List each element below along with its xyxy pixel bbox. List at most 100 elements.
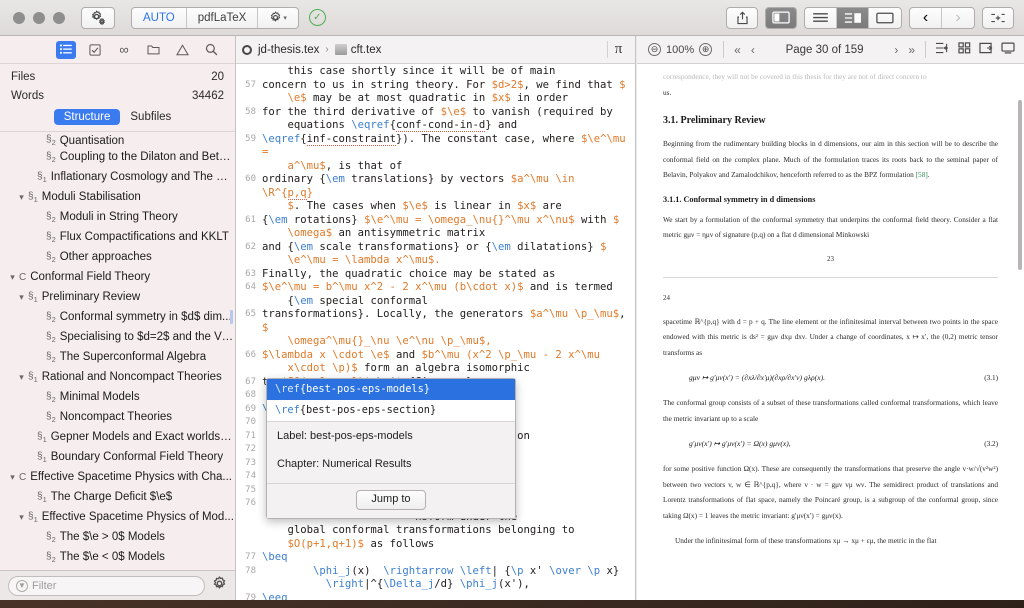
- grid-view-icon[interactable]: [953, 42, 975, 57]
- structure-item[interactable]: ▾ §1 Preliminary Review: [0, 287, 235, 307]
- structure-item[interactable]: ▾ §1 Effective Spacetime Physics of Mod...: [0, 507, 235, 527]
- code-line[interactable]: \e$ may be at most quadratic in $x$ in o…: [236, 92, 635, 106]
- code-line[interactable]: 79 \eeq: [236, 592, 635, 601]
- chevron-down-icon[interactable]: ▾: [15, 512, 28, 523]
- jump-to-button[interactable]: Jump to: [356, 490, 426, 510]
- structure-item[interactable]: ▾§2Flux Compactifications and KKLT: [0, 227, 235, 247]
- zoom-out-icon[interactable]: ⊖: [648, 43, 661, 56]
- pdf-scrollbar-thumb[interactable]: [1018, 100, 1022, 270]
- structure-item[interactable]: ▾ §1 Rational and Noncompact Theories: [0, 367, 235, 387]
- structure-item[interactable]: ▾ C Effective Spacetime Physics with Cha..…: [0, 467, 235, 487]
- structure-item[interactable]: ▾§2The $\e < 0$ Models: [0, 547, 235, 567]
- structure-item[interactable]: ▾ C Conformal Field Theory: [0, 267, 235, 287]
- panel-left-icon[interactable]: [765, 6, 797, 29]
- code-line[interactable]: 78 \phi_j(x) \rightarrow \left| {\p x' \…: [236, 565, 635, 579]
- autocomplete-popup[interactable]: \ref {best-pos-eps-models} \ref {best-pos-e…: [266, 378, 516, 519]
- structure-view-icon[interactable]: [56, 40, 76, 59]
- code-area[interactable]: this case shortly since it will be of ma…: [236, 64, 635, 600]
- build-controls[interactable]: AUTO pdfLaTeX ▾: [131, 6, 299, 29]
- structure-item[interactable]: ▾§2The Superconformal Algebra: [0, 347, 235, 367]
- breadcrumb-file[interactable]: cft.tex: [351, 44, 382, 56]
- structure-item[interactable]: ▾ §1 Moduli Stabilisation: [0, 187, 235, 207]
- fit-width-icon[interactable]: [931, 42, 953, 57]
- structure-item[interactable]: ▾§2Noncompact Theories: [0, 407, 235, 427]
- files-icon[interactable]: [143, 41, 163, 59]
- structure-item[interactable]: ▾§2Specialising to $d=2$ and the Vir...: [0, 327, 235, 347]
- first-page-icon[interactable]: «: [729, 43, 746, 57]
- code-line[interactable]: 66 $\lambda x \cdot \e$ and $b^\mu (x^2 \…: [236, 349, 635, 363]
- navigation-button-group[interactable]: ‹ ›: [909, 6, 975, 29]
- autocomplete-item-0[interactable]: \ref {best-pos-eps-models}: [267, 379, 515, 400]
- last-page-icon[interactable]: »: [903, 43, 920, 57]
- tab-structure[interactable]: Structure: [53, 109, 121, 125]
- structure-tree[interactable]: ▾§2Quantisation▾§2Coupling to the Dilato…: [0, 132, 235, 570]
- code-line[interactable]: 64 $\e^\mu = b^\mu x^2 - 2 x^\mu (b\cdot …: [236, 281, 635, 295]
- code-line[interactable]: $O(p+1,q+1)$ as follows: [236, 538, 635, 552]
- code-line[interactable]: \omega^\mu{}_\nu \e^\nu \p_\mu$,: [236, 335, 635, 349]
- chevron-down-icon[interactable]: ▾: [15, 292, 28, 303]
- compiler-label[interactable]: pdfLaTeX: [187, 7, 259, 28]
- warnings-icon[interactable]: [172, 41, 192, 59]
- code-line[interactable]: a^\mu$, is that of: [236, 160, 635, 174]
- structure-item[interactable]: ▾§2Quantisation: [0, 133, 235, 147]
- structure-item[interactable]: ▾§2The $\e > 0$ Models: [0, 527, 235, 547]
- zoom-controls[interactable]: ⊖ 100% ⊕: [642, 43, 718, 56]
- code-line[interactable]: 59 \eqref{inf-constraint}). The constant …: [236, 132, 635, 160]
- zoom-in-icon[interactable]: ⊕: [699, 43, 713, 56]
- presentation-icon[interactable]: [997, 42, 1019, 57]
- split-view-icon[interactable]: [837, 7, 869, 28]
- code-line[interactable]: {\em special conformal: [236, 295, 635, 309]
- chevron-down-icon[interactable]: ▾: [6, 272, 19, 283]
- chevron-down-icon[interactable]: ▾: [15, 372, 28, 383]
- structure-item[interactable]: ▾§2Coupling to the Dilaton and Beta ...: [0, 147, 235, 167]
- code-line[interactable]: 77 \beq: [236, 551, 635, 565]
- breadcrumb-root[interactable]: jd-thesis.tex: [258, 44, 319, 56]
- code-line[interactable]: 60 ordinary {\em translations} by vectors…: [236, 173, 635, 200]
- maximize-button[interactable]: [53, 11, 65, 24]
- pdf-citation-ref[interactable]: [58]: [916, 170, 928, 179]
- code-line[interactable]: this case shortly since it will be of ma…: [236, 65, 635, 79]
- structure-item[interactable]: ▾§2Conformal symmetry in $d$ dim...: [0, 307, 235, 327]
- chevron-right-icon[interactable]: ›: [942, 8, 974, 28]
- tab-subfiles[interactable]: Subfiles: [120, 109, 181, 125]
- structure-item[interactable]: ▾§2Other approaches: [0, 247, 235, 267]
- code-line[interactable]: \right|^{\Delta_j/d} \phi_j(x'),: [236, 578, 635, 592]
- export-icon[interactable]: [975, 42, 997, 57]
- code-line[interactable]: \e^\mu = \lambda x^\mu$.: [236, 254, 635, 268]
- structure-item[interactable]: ▾§2Moduli in String Theory: [0, 207, 235, 227]
- lines-icon[interactable]: [805, 7, 837, 28]
- build-mode-label[interactable]: AUTO: [132, 7, 187, 28]
- structure-item[interactable]: ▾§1The Charge Deficit $\e$: [0, 487, 235, 507]
- code-line[interactable]: $. The cases when $\e$ is linear in $x$ …: [236, 200, 635, 214]
- structure-item[interactable]: ▾§1Suitability Conditions: [0, 567, 235, 570]
- window-controls[interactable]: [13, 11, 65, 24]
- search-icon[interactable]: [201, 41, 221, 59]
- code-line[interactable]: 57 concern to us in string theory. For $d…: [236, 79, 635, 93]
- structure-item[interactable]: ▾§1Inflationary Cosmology and The Co...: [0, 167, 235, 187]
- code-line[interactable]: 65 transformations}. Locally, the generat…: [236, 308, 635, 335]
- pdf-scrollbar[interactable]: [1018, 64, 1023, 600]
- code-line[interactable]: 63 Finally, the quadratic choice may be s…: [236, 268, 635, 282]
- compiler-settings-icon[interactable]: ▾: [258, 8, 298, 28]
- code-line[interactable]: global conformal transformations belongi…: [236, 524, 635, 538]
- next-page-icon[interactable]: ›: [889, 43, 903, 57]
- code-line[interactable]: equations \eqref{conf-cond-in-d} and: [236, 119, 635, 133]
- autocomplete-item-1[interactable]: \ref {best-pos-eps-section}: [267, 400, 515, 421]
- code-line[interactable]: 58 for the third derivative of $\e$ to va…: [236, 106, 635, 120]
- close-button[interactable]: [13, 11, 25, 24]
- chevron-down-icon[interactable]: ▾: [15, 192, 28, 203]
- chevron-left-icon[interactable]: ‹: [910, 7, 942, 28]
- sidebar-settings-icon[interactable]: [212, 575, 227, 596]
- code-line[interactable]: \omega$ an antisymmetric matrix: [236, 227, 635, 241]
- layout-button-group[interactable]: [804, 6, 902, 29]
- code-line[interactable]: x\cdot \p)$ form an algebra isomorphic: [236, 362, 635, 376]
- prev-page-icon[interactable]: ‹: [746, 43, 760, 57]
- filter-input[interactable]: ▼ Filter: [8, 575, 205, 596]
- gear-icon[interactable]: [81, 6, 115, 29]
- share-icon[interactable]: [726, 6, 758, 29]
- chevron-down-icon[interactable]: ▾: [6, 472, 19, 483]
- bookmarks-icon[interactable]: [85, 41, 105, 59]
- structure-item[interactable]: ▾§1Gepner Models and Exact worldshe...: [0, 427, 235, 447]
- code-line[interactable]: 62 and {\em scale transformations} or {\e…: [236, 241, 635, 255]
- single-view-icon[interactable]: [869, 8, 901, 28]
